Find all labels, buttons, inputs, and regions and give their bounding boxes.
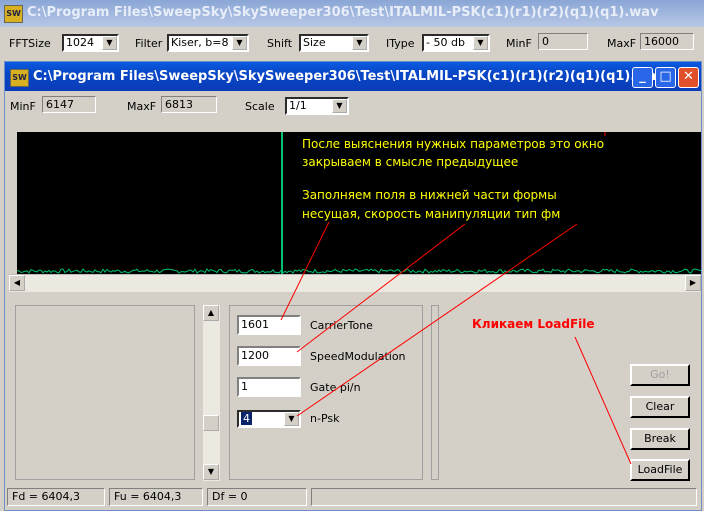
outer-maxf-label: MaxF: [607, 37, 637, 50]
fftsize-label: FFTSize: [9, 37, 51, 50]
itype-label: IType: [386, 37, 415, 50]
outer-minf-label: MinF: [506, 37, 532, 50]
inner-window: SW C:\Program Files\SweepSky\SkySweeper3…: [4, 61, 702, 511]
chevron-down-icon: ▼: [232, 36, 247, 50]
annotation-arrows: [280, 221, 632, 465]
arrow-loadfile: [574, 336, 632, 465]
arrow-speed: [296, 223, 466, 353]
outer-window-title: C:\Program Files\SweepSky\SkySweeper306\…: [27, 5, 659, 20]
outer-maxf-field[interactable]: 16000: [640, 33, 694, 50]
filter-label: Filter: [135, 37, 163, 50]
app-icon: SW: [4, 5, 23, 23]
outer-title-bar[interactable]: SW C:\Program Files\SweepSky\SkySweeper3…: [0, 0, 704, 27]
outer-minf-field[interactable]: 0: [538, 33, 588, 50]
chevron-down-icon: ▼: [473, 36, 488, 50]
shift-select[interactable]: Size ▼: [299, 34, 369, 52]
shift-label: Shift: [267, 37, 293, 50]
itype-select[interactable]: - 50 db ▼: [422, 34, 490, 52]
chevron-down-icon: ▼: [352, 36, 367, 50]
arrow-carrier: [280, 221, 330, 321]
outer-toolbar: FFTSize 1024 ▼ Filter Kiser, b=8 ▼ Shift S…: [0, 27, 704, 59]
chevron-down-icon: ▼: [102, 36, 117, 50]
fftsize-select[interactable]: 1024 ▼: [62, 34, 119, 52]
filter-select[interactable]: Kiser, b=8 ▼: [167, 34, 249, 52]
